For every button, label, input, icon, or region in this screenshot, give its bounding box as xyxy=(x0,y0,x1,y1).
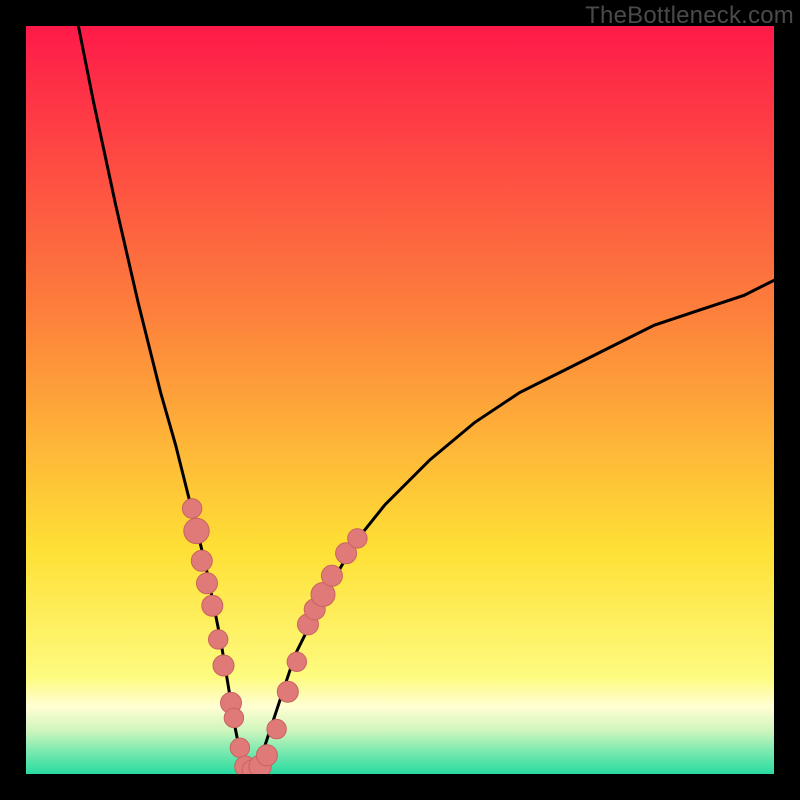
sample-dot xyxy=(321,565,342,586)
sample-dot xyxy=(287,652,306,671)
sample-dot xyxy=(267,719,286,738)
bottleneck-chart xyxy=(26,26,774,774)
sample-dot xyxy=(213,655,234,676)
sample-dot xyxy=(348,529,367,548)
sample-dot xyxy=(182,499,201,518)
chart-frame: TheBottleneck.com xyxy=(0,0,800,800)
sample-dot xyxy=(209,630,228,649)
sample-dot xyxy=(184,518,209,543)
gradient-background xyxy=(26,26,774,774)
sample-dot xyxy=(277,681,298,702)
sample-dot xyxy=(191,550,212,571)
sample-dot xyxy=(224,708,243,727)
sample-dot xyxy=(197,573,218,594)
sample-dot xyxy=(202,595,223,616)
sample-dot xyxy=(230,738,249,757)
sample-dot xyxy=(256,745,277,766)
